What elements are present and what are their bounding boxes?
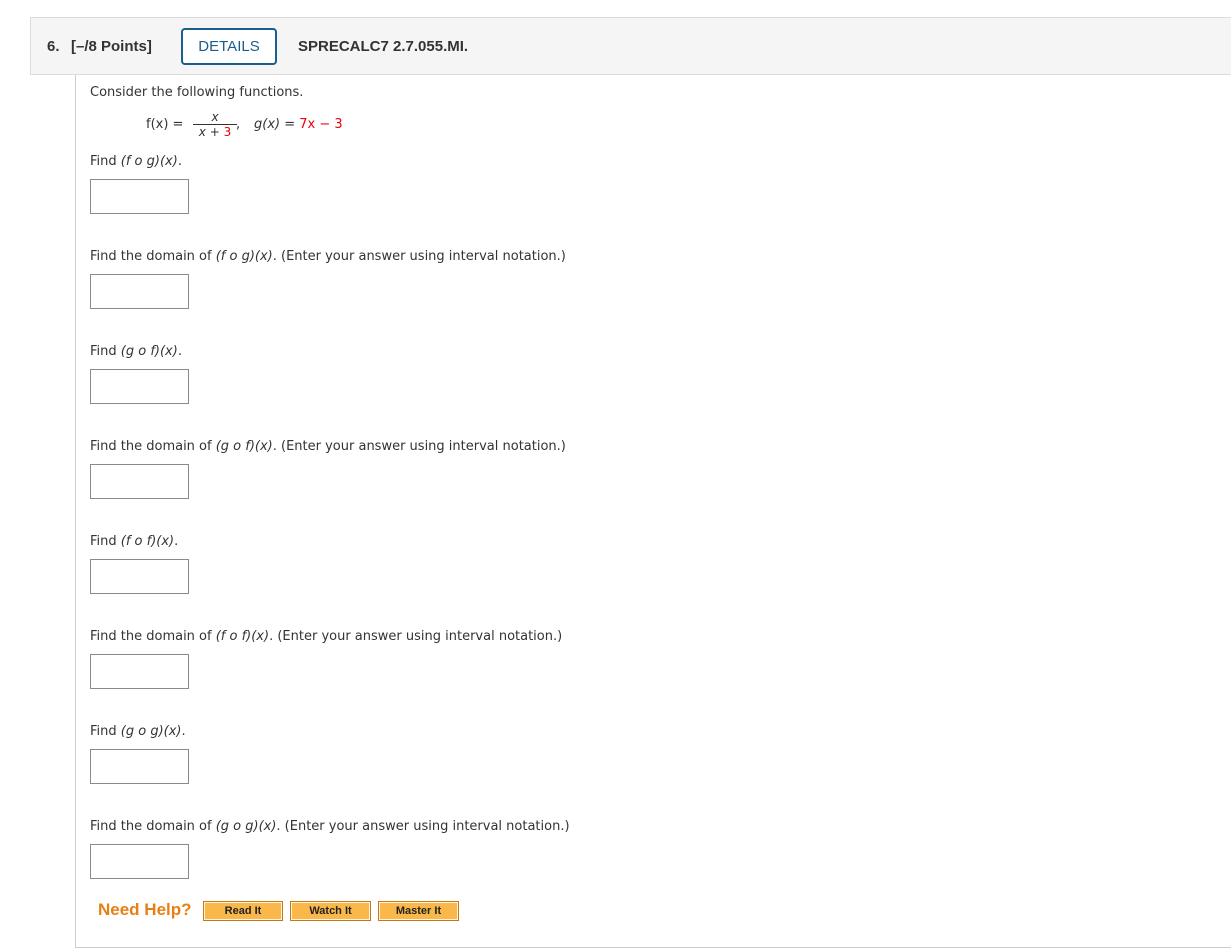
question-code: SPRECALC7 2.7.055.MI. [298, 38, 469, 55]
watch-it-button[interactable]: Watch It [290, 901, 371, 921]
prompt-suffix: . [177, 344, 182, 359]
part-8-prompt: Find the domain of (g o g)(x). (Enter yo… [90, 819, 570, 834]
prompt-expr: (g o g)(x) [120, 724, 182, 739]
f-numerator: x [193, 111, 237, 125]
details-button[interactable]: DETAILS [181, 28, 277, 65]
need-help-label: Need Help? [98, 900, 192, 919]
part-3-prompt: Find (g o f)(x). [90, 344, 182, 359]
answer-input-7[interactable] [90, 749, 189, 784]
master-it-button[interactable]: Master It [378, 901, 459, 921]
g-definition: g(x) = 7x − 3 [254, 117, 343, 132]
prompt-prefix: Find the domain of [90, 439, 216, 454]
answer-input-6[interactable] [90, 654, 189, 689]
part-6-prompt: Find the domain of (f o f)(x). (Enter yo… [90, 629, 562, 644]
prompt-expr: (f o g)(x) [120, 154, 178, 169]
prompt-suffix: . (Enter your answer using interval nota… [272, 439, 566, 454]
prompt-prefix: Find [90, 154, 121, 169]
g-expression: 7x − 3 [299, 117, 343, 132]
question-body [75, 75, 1231, 948]
points-label: [–/8 Points] [71, 38, 152, 55]
intro-text: Consider the following functions. [90, 85, 304, 100]
prompt-suffix: . [181, 724, 186, 739]
prompt-prefix: Find [90, 344, 121, 359]
f-fraction: x x + 3 [193, 111, 237, 139]
prompt-prefix: Find the domain of [90, 249, 216, 264]
prompt-prefix: Find the domain of [90, 629, 216, 644]
answer-input-8[interactable] [90, 844, 189, 879]
prompt-expr: (g o g)(x) [215, 819, 277, 834]
prompt-prefix: Find the domain of [90, 819, 216, 834]
part-1-prompt: Find (f o g)(x). [90, 154, 182, 169]
f-label: f(x) = [146, 117, 184, 132]
read-it-button[interactable]: Read It [203, 901, 283, 921]
prompt-suffix: . (Enter your answer using interval nota… [276, 819, 570, 834]
prompt-expr: (f o f)(x) [120, 534, 175, 549]
part-5-prompt: Find (f o f)(x). [90, 534, 178, 549]
part-4-prompt: Find the domain of (g o f)(x). (Enter yo… [90, 439, 566, 454]
answer-input-3[interactable] [90, 369, 189, 404]
prompt-expr: (g o f)(x) [215, 439, 273, 454]
f-denominator-const: 3 [223, 125, 232, 139]
f-trailing-comma: , [236, 117, 241, 132]
prompt-suffix: . [177, 154, 182, 169]
prompt-suffix: . (Enter your answer using interval nota… [269, 629, 563, 644]
prompt-prefix: Find [90, 534, 121, 549]
prompt-suffix: . [174, 534, 179, 549]
question-number: 6. [47, 38, 60, 55]
f-denominator-var: x + [198, 125, 224, 139]
part-7-prompt: Find (g o g)(x). [90, 724, 186, 739]
prompt-expr: (f o g)(x) [215, 249, 273, 264]
answer-input-2[interactable] [90, 274, 189, 309]
prompt-expr: (f o f)(x) [215, 629, 270, 644]
prompt-prefix: Find [90, 724, 121, 739]
answer-input-1[interactable] [90, 179, 189, 214]
prompt-suffix: . (Enter your answer using interval nota… [272, 249, 566, 264]
prompt-expr: (g o f)(x) [120, 344, 178, 359]
answer-input-5[interactable] [90, 559, 189, 594]
answer-input-4[interactable] [90, 464, 189, 499]
question-header: 6. [–/8 Points] DETAILS SPRECALC7 2.7.05… [30, 17, 1231, 75]
g-label: g(x) = [254, 117, 300, 132]
part-2-prompt: Find the domain of (f o g)(x). (Enter yo… [90, 249, 566, 264]
